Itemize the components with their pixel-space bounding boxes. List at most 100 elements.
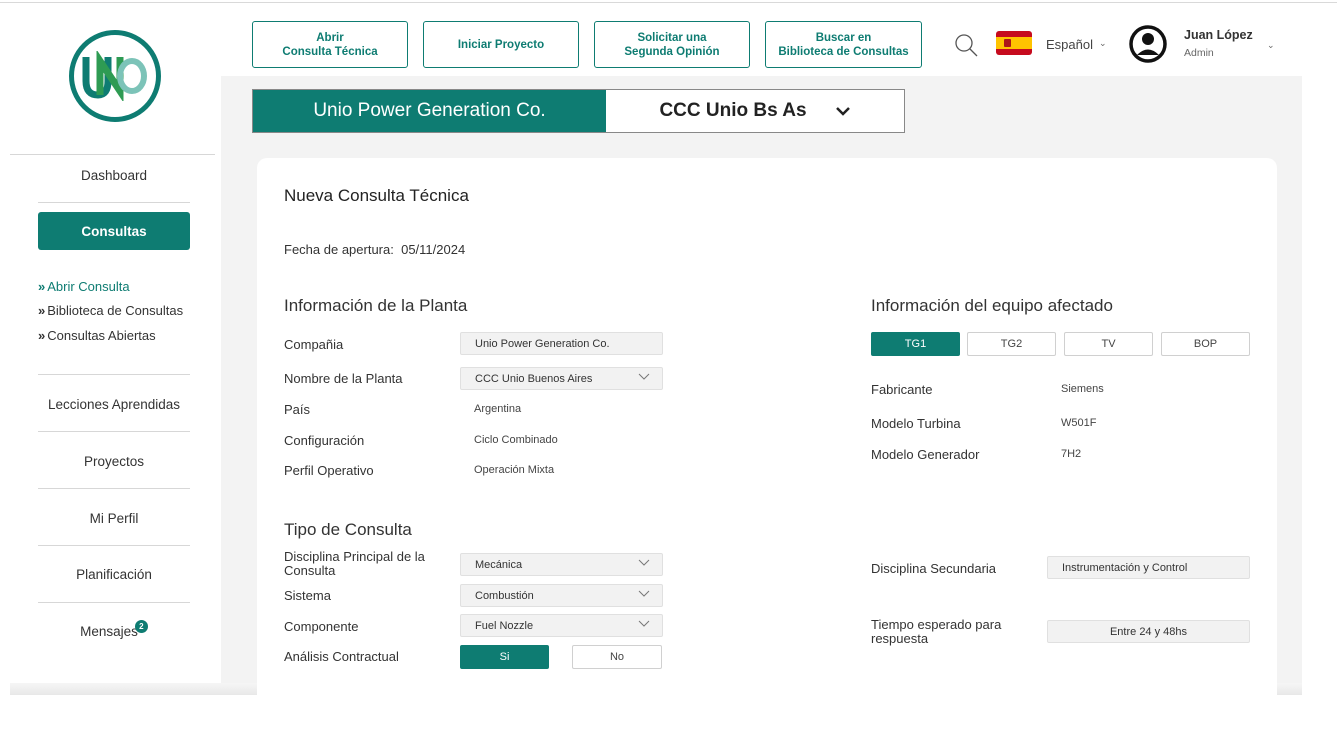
turbine-model-value: W501F bbox=[1061, 417, 1097, 429]
company-plant-selector: Unio Power Generation Co. CCC Unio Bs As bbox=[252, 89, 905, 133]
turbine-model-label: Modelo Turbina bbox=[871, 416, 961, 431]
main-discipline-label: Disciplina Principal de la Consulta bbox=[284, 549, 425, 578]
chevron-down-icon[interactable]: ⌄ bbox=[1099, 38, 1107, 49]
top-divider bbox=[0, 2, 1337, 3]
flag-stripe bbox=[996, 37, 1032, 49]
consult-type-title: Tipo de Consulta bbox=[284, 520, 412, 539]
secondary-discipline-label: Disciplina Secundaria bbox=[871, 561, 997, 576]
unio-logo[interactable] bbox=[69, 30, 161, 122]
buscar-biblioteca-button[interactable]: Buscar en Biblioteca de Consultas bbox=[765, 21, 922, 68]
chevron-down-icon[interactable]: ⌄ bbox=[1267, 40, 1275, 51]
country-label: País bbox=[284, 402, 311, 417]
company-label: Unio Power Generation Co. bbox=[313, 100, 546, 121]
main-discipline-value: Mecánica bbox=[475, 558, 523, 571]
opening-date-value: 05/11/2024 bbox=[401, 242, 466, 257]
double-chevron-right-icon: » bbox=[38, 279, 46, 294]
plant-name-value: CCC Unio Buenos Aires bbox=[475, 372, 593, 385]
operating-profile-value: Operación Mixta bbox=[474, 464, 555, 476]
sidebar-item-dashboard[interactable]: Dashboard bbox=[38, 168, 190, 183]
sidebar-divider bbox=[38, 545, 190, 546]
response-time-label: Tiempo esperado para respuesta bbox=[871, 617, 1002, 646]
sidebar-item-mensajes[interactable]: Mensajes2 bbox=[38, 620, 190, 639]
iniciar-proyecto-button[interactable]: Iniciar Proyecto bbox=[423, 21, 579, 68]
plant-name-dropdown[interactable]: CCC Unio Buenos Aires bbox=[460, 367, 663, 390]
unread-badge: 2 bbox=[134, 620, 148, 633]
secondary-discipline-field[interactable]: Instrumentación y Control bbox=[1047, 556, 1250, 579]
chevron-down-icon bbox=[638, 590, 650, 597]
sidebar-divider bbox=[38, 202, 190, 203]
user-role: Admin bbox=[1184, 47, 1214, 59]
company-field: Unio Power Generation Co. bbox=[460, 332, 663, 355]
user-avatar-icon[interactable] bbox=[1128, 24, 1168, 64]
contract-no-button[interactable]: No bbox=[572, 645, 662, 669]
component-dropdown[interactable]: Fuel Nozzle bbox=[460, 614, 663, 637]
contract-yes-button[interactable]: Si bbox=[460, 645, 549, 669]
opening-date: Fecha de apertura: 05/11/2024 bbox=[284, 242, 465, 257]
secondary-discipline-value: Instrumentación y Control bbox=[1062, 561, 1188, 574]
opening-date-label: Fecha de apertura: bbox=[284, 242, 394, 257]
chevron-down-icon bbox=[638, 620, 650, 627]
sidebar-subitem-biblioteca[interactable]: » Biblioteca de Consultas bbox=[38, 303, 183, 318]
sidebar-item-consultas[interactable]: Consultas bbox=[38, 212, 190, 250]
flag-crest bbox=[1004, 39, 1011, 47]
double-chevron-right-icon: » bbox=[38, 328, 46, 343]
sidebar: Dashboard Consultas » Abrir Consulta » Bib… bbox=[10, 12, 221, 695]
tab-tv[interactable]: TV bbox=[1064, 332, 1153, 356]
sidebar-item-planificacion[interactable]: Planificación bbox=[38, 567, 190, 582]
sidebar-item-proyectos[interactable]: Proyectos bbox=[38, 454, 190, 469]
flag-stripe bbox=[996, 49, 1032, 55]
maker-label: Fabricante bbox=[871, 382, 933, 397]
form-card: Nueva Consulta Técnica Fecha de apertura… bbox=[257, 158, 1277, 695]
generator-model-value: 7H2 bbox=[1061, 448, 1082, 460]
sidebar-divider bbox=[38, 602, 190, 603]
operating-profile-label: Perfil Operativo bbox=[284, 463, 374, 478]
sidebar-divider bbox=[38, 374, 190, 375]
double-chevron-right-icon: » bbox=[38, 303, 46, 318]
plant-name-label: Nombre de la Planta bbox=[284, 371, 403, 386]
configuration-value: Ciclo Combinado bbox=[474, 434, 558, 446]
spain-flag-icon[interactable] bbox=[996, 31, 1032, 55]
system-dropdown[interactable]: Combustión bbox=[460, 584, 663, 607]
configuration-label: Configuración bbox=[284, 433, 365, 448]
plant-section-title: Información de la Planta bbox=[284, 296, 468, 315]
response-time-field[interactable]: Entre 24 y 48hs bbox=[1047, 620, 1250, 643]
unio-logo-mark bbox=[82, 51, 147, 101]
chevron-down-icon bbox=[638, 373, 650, 380]
response-time-value: Entre 24 y 48hs bbox=[1109, 625, 1188, 638]
company-name[interactable]: Unio Power Generation Co. bbox=[253, 90, 606, 132]
maker-value: Siemens bbox=[1061, 383, 1104, 395]
search-icon[interactable] bbox=[954, 33, 978, 57]
tab-bop[interactable]: BOP bbox=[1161, 332, 1250, 356]
sidebar-subitem-consultas-abiertas[interactable]: » Consultas Abiertas bbox=[38, 328, 156, 343]
sidebar-subitem-label: Biblioteca de Consultas bbox=[47, 303, 184, 318]
main-discipline-dropdown[interactable]: Mecánica bbox=[460, 553, 663, 576]
system-value: Combustión bbox=[475, 589, 534, 602]
sidebar-item-lecciones[interactable]: Lecciones Aprendidas bbox=[38, 397, 190, 412]
sidebar-divider bbox=[38, 431, 190, 432]
company-value: Unio Power Generation Co. bbox=[475, 337, 610, 350]
sidebar-subitem-abrir-consulta[interactable]: » Abrir Consulta bbox=[38, 279, 130, 294]
company-label: Compañia bbox=[284, 337, 344, 352]
equipment-section-title: Información del equipo afectado bbox=[871, 296, 1113, 315]
contract-analysis-label: Análisis Contractual bbox=[284, 649, 399, 664]
sidebar-item-label: Consultas bbox=[81, 223, 147, 239]
sidebar-item-label: Mensajes bbox=[80, 624, 138, 639]
language-selector[interactable]: Español bbox=[1046, 37, 1093, 52]
segunda-opinion-button[interactable]: Solicitar una Segunda Opinión bbox=[594, 21, 750, 68]
chevron-down-icon bbox=[835, 107, 850, 116]
abrir-consulta-button[interactable]: Abrir Consulta Técnica bbox=[252, 21, 408, 68]
tab-tg1[interactable]: TG1 bbox=[871, 332, 960, 356]
component-value: Fuel Nozzle bbox=[475, 619, 534, 632]
tab-tg2[interactable]: TG2 bbox=[967, 332, 1056, 356]
country-value: Argentina bbox=[474, 403, 522, 415]
form-title: Nueva Consulta Técnica bbox=[284, 186, 469, 205]
system-label: Sistema bbox=[284, 588, 331, 603]
generator-model-label: Modelo Generador bbox=[871, 447, 980, 462]
component-label: Componente bbox=[284, 619, 359, 634]
sidebar-subitem-label: Consultas Abiertas bbox=[47, 328, 156, 343]
plant-dropdown[interactable]: CCC Unio Bs As bbox=[606, 90, 904, 132]
sidebar-item-mi-perfil[interactable]: Mi Perfil bbox=[38, 511, 190, 526]
sidebar-subitem-label: Abrir Consulta bbox=[47, 279, 130, 294]
sidebar-divider bbox=[10, 154, 215, 155]
user-name: Juan López bbox=[1184, 28, 1253, 42]
